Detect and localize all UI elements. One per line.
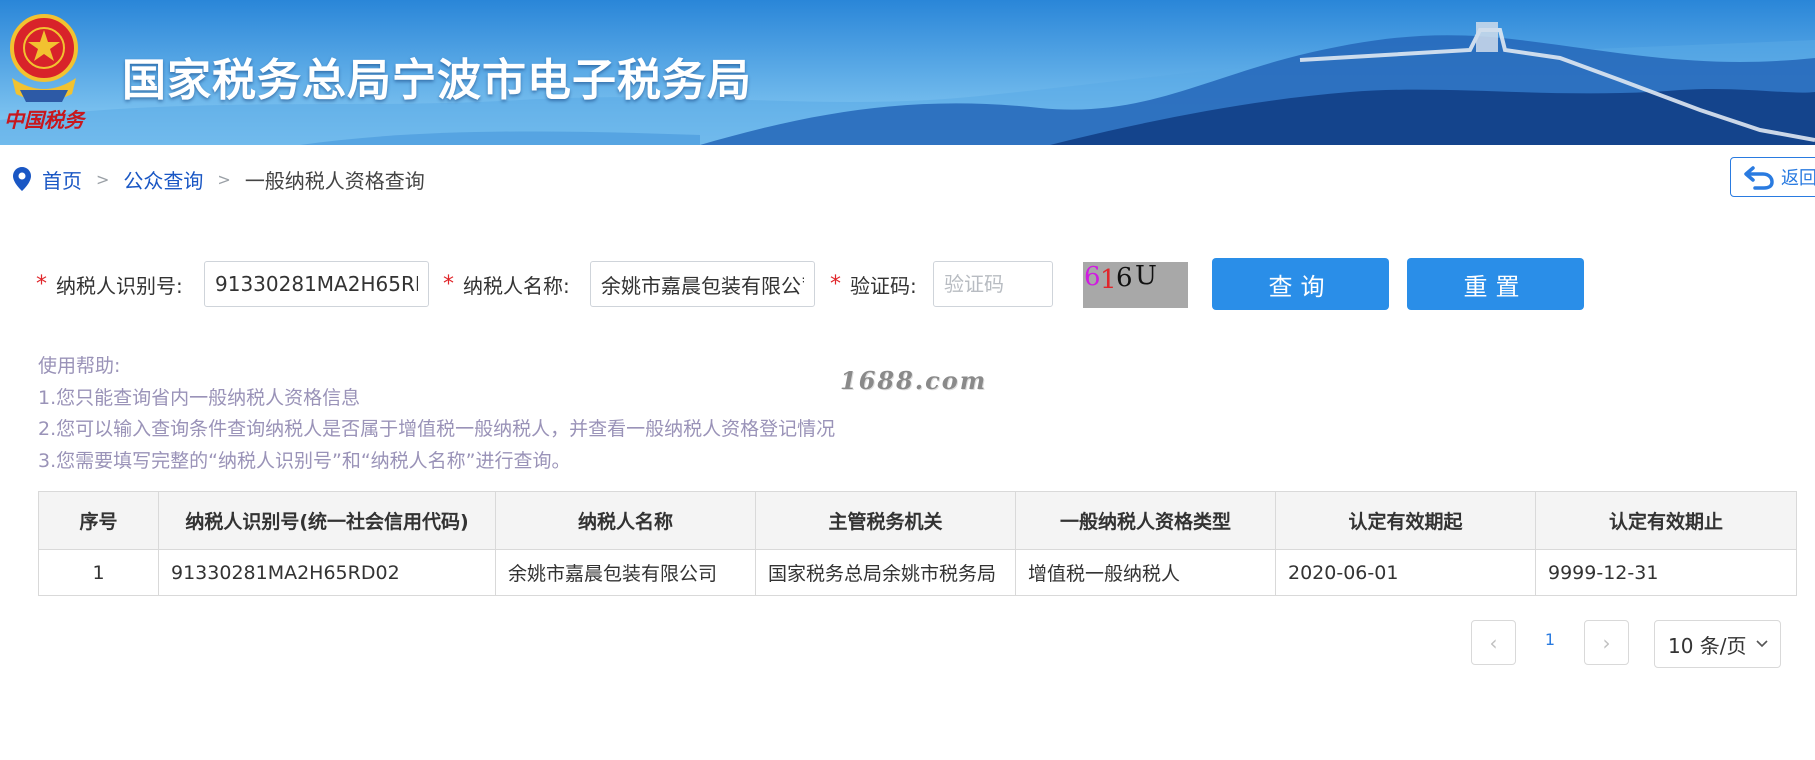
captcha-char: 1 xyxy=(1100,265,1117,295)
column-header: 一般纳税人资格类型 xyxy=(1015,491,1276,550)
chevron-right-icon: › xyxy=(1602,630,1611,655)
brand-logo-text: 中国税务 xyxy=(4,108,84,132)
page-size-select[interactable]: 10 条/页 xyxy=(1654,620,1781,668)
table-cell: 91330281MA2H65RD02 xyxy=(158,549,496,596)
table-cell: 国家税务总局余姚市税务局 xyxy=(755,549,1016,596)
required-mark: * xyxy=(443,272,454,297)
location-pin-icon xyxy=(13,167,31,191)
results-table: 序号 纳税人识别号(统一社会信用代码) 纳税人名称 主管税务机关 一般纳税人资格… xyxy=(38,491,1797,596)
breadcrumb-public-query-link[interactable]: 公众查询 xyxy=(123,165,203,194)
help-line: 2.您可以输入查询条件查询纳税人是否属于增值税一般纳税人，并查看一般纳税人资格登… xyxy=(38,418,836,440)
table-cell: 增值税一般纳税人 xyxy=(1015,549,1276,596)
required-mark: * xyxy=(36,272,47,297)
breadcrumb-home-link[interactable]: 首页 xyxy=(42,165,82,194)
help-section: 使用帮助: 1.您只能查询省内一般纳税人资格信息 2.您可以输入查询条件查询纳税… xyxy=(38,351,835,477)
taxpayer-name-label: 纳税人名称: xyxy=(463,274,570,298)
table-row: 1 91330281MA2H65RD02 余姚市嘉晨包装有限公司 国家税务总局余… xyxy=(38,549,1797,596)
prev-page-button[interactable]: ‹ xyxy=(1471,620,1516,665)
captcha-char: 6 xyxy=(1116,263,1133,293)
table-cell: 余姚市嘉晨包装有限公司 xyxy=(495,549,756,596)
page-size-value: 10 条/页 xyxy=(1668,633,1747,658)
breadcrumb-current-page: 一般纳税人资格查询 xyxy=(244,168,425,193)
captcha-input[interactable] xyxy=(933,261,1053,307)
help-line: 3.您需要填写完整的“纳税人识别号”和“纳税人名称”进行查询。 xyxy=(38,449,571,472)
column-header: 认定有效期起 xyxy=(1275,491,1536,550)
return-arrow-icon xyxy=(1744,166,1774,190)
page-number-current[interactable]: 1 xyxy=(1540,630,1560,649)
header-banner: 中国税务 国家税务总局宁波市电子税务局 xyxy=(0,0,1815,145)
back-button-label: 返回 xyxy=(1781,168,1815,189)
taxpayer-id-label: 纳税人识别号: xyxy=(56,274,183,298)
captcha-image[interactable]: 6 1 6 U xyxy=(1083,261,1188,308)
help-title: 使用帮助: xyxy=(38,355,121,377)
required-mark: * xyxy=(830,272,841,297)
column-header: 纳税人名称 xyxy=(495,491,756,550)
chevron-down-icon xyxy=(1755,640,1768,648)
taxpayer-name-input[interactable] xyxy=(590,261,815,307)
back-button[interactable]: 返回 xyxy=(1730,157,1815,197)
query-button[interactable]: 查询 xyxy=(1212,258,1389,310)
column-header: 认定有效期止 xyxy=(1535,491,1797,550)
help-line: 1.您只能查询省内一般纳税人资格信息 xyxy=(38,386,361,409)
captcha-label: 验证码: xyxy=(850,274,917,298)
captcha-char: 6 xyxy=(1084,262,1101,292)
site-title: 国家税务总局宁波市电子税务局 xyxy=(122,55,752,106)
breadcrumb: 首页 > 公众查询 > 一般纳税人资格查询 xyxy=(12,162,425,196)
reset-button[interactable]: 重置 xyxy=(1407,258,1584,310)
next-page-button[interactable]: › xyxy=(1584,620,1629,665)
breadcrumb-separator: > xyxy=(96,169,110,189)
table-cell: 2020-06-01 xyxy=(1275,549,1536,596)
column-header: 序号 xyxy=(38,491,159,550)
table-header-row: 序号 纳税人识别号(统一社会信用代码) 纳税人名称 主管税务机关 一般纳税人资格… xyxy=(38,491,1797,550)
column-header: 主管税务机关 xyxy=(755,491,1016,550)
table-cell: 9999-12-31 xyxy=(1535,549,1797,596)
chevron-left-icon: ‹ xyxy=(1489,630,1498,655)
taxpayer-id-input[interactable] xyxy=(204,261,429,307)
table-cell: 1 xyxy=(38,549,159,596)
breadcrumb-separator: > xyxy=(217,169,231,189)
column-header: 纳税人识别号(统一社会信用代码) xyxy=(158,491,496,550)
watermark: 1688.com xyxy=(840,366,988,395)
captcha-char: U xyxy=(1135,261,1157,291)
